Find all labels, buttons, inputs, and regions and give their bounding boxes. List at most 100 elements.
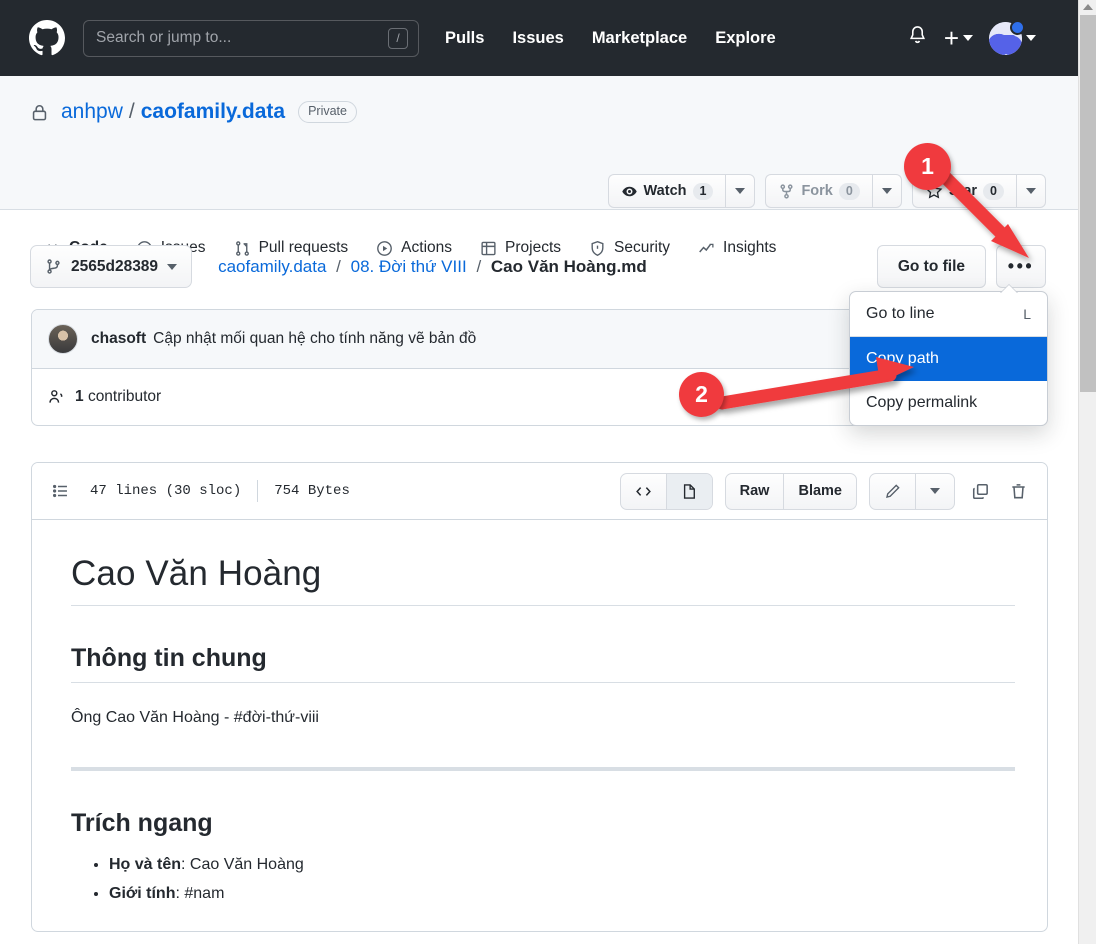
repo-owner-link[interactable]: anhpw [61,100,123,124]
star-count: 0 [983,183,1004,200]
file-size: 754 Bytes [274,483,350,499]
search-placeholder: Search or jump to... [96,29,388,47]
branch-selector-button[interactable]: 2565d28389 [30,245,192,288]
file-toolbar-actions: Raw Blame [620,473,1031,510]
line-count: 47 lines (30 sloc) [90,483,241,499]
contributor-label: contributor [88,388,161,406]
nav-marketplace[interactable]: Marketplace [592,29,687,48]
copy-permalink-menu-item[interactable]: Copy permalink [850,381,1047,425]
watch-button-group: Watch 1 [608,174,756,208]
annotation-badge-1: 1 [904,143,951,190]
breadcrumb-separator: / [476,257,481,276]
nav-issues[interactable]: Issues [512,29,563,48]
section-heading-thong-tin-chung: Thông tin chung [71,644,1015,683]
edit-group [869,473,955,510]
global-header-right: + [907,22,1062,55]
raw-button[interactable]: Raw [726,474,784,509]
user-menu-button[interactable] [989,22,1036,55]
chevron-down-icon [963,35,973,41]
repository-actions: Watch 1 Fork 0 Star 0 [608,174,1046,208]
notification-dot [1010,20,1025,35]
list-item: Họ và tên: Cao Văn Hoàng [109,856,1015,874]
view-mode-group [620,473,713,510]
search-shortcut-key: / [388,28,408,49]
menu-caret [1000,285,1018,294]
chevron-down-icon [882,188,892,194]
divider [257,480,258,502]
create-new-button[interactable]: + [944,25,973,51]
markdown-body: Cao Văn Hoàng Thông tin chung Ông Cao Vă… [32,520,1047,903]
blame-button[interactable]: Blame [783,474,856,509]
visibility-badge: Private [298,101,357,123]
page-scrollbar[interactable] [1078,0,1096,944]
nav-pulls[interactable]: Pulls [445,29,484,48]
chevron-down-icon [735,188,745,194]
fork-button[interactable]: Fork 0 [765,174,871,208]
git-branch-icon [45,258,62,275]
repo-path-separator: / [129,100,135,124]
commit-message[interactable]: Cập nhật mối quan hệ cho tính năng vẽ bả… [153,330,476,348]
copy-icon[interactable] [967,476,993,506]
fork-count: 0 [839,183,860,200]
fork-label: Fork [801,183,832,199]
copy-path-menu-item[interactable]: Copy path [850,337,1047,381]
scroll-up-arrow-icon[interactable] [1083,4,1093,10]
go-to-line-menu-item[interactable]: Go to line L [850,292,1047,336]
tab-insights[interactable]: Insights [684,239,790,271]
breadcrumb-root[interactable]: caofamily.data [218,257,326,276]
search-input[interactable]: Search or jump to... / [83,20,419,57]
bell-icon[interactable] [907,25,928,51]
nav-explore[interactable]: Explore [715,29,776,48]
page-viewport: Search or jump to... / Pulls Issues Mark… [0,0,1078,944]
more-options-button[interactable]: ••• [996,245,1046,288]
trash-icon[interactable] [1005,476,1031,506]
view-code-button[interactable] [621,474,666,509]
watch-button[interactable]: Watch 1 [608,174,726,208]
watch-dropdown-button[interactable] [725,174,755,208]
edit-button[interactable] [870,474,915,509]
contributor-count: 1 [75,388,84,406]
breadcrumb-folder[interactable]: 08. Đời thứ VIII [351,257,467,276]
menu-item-label: Copy path [866,350,939,368]
avatar[interactable] [48,324,78,354]
star-label: Star [949,183,977,199]
edit-dropdown-button[interactable] [915,474,954,509]
go-to-file-button[interactable]: Go to file [877,245,986,288]
raw-blame-group: Raw Blame [725,473,857,510]
global-header: Search or jump to... / Pulls Issues Mark… [0,0,1078,76]
github-logo-icon[interactable] [29,20,65,56]
repo-name-link[interactable]: caofamily.data [141,100,285,124]
watch-count: 1 [693,183,714,200]
plus-icon: + [944,25,959,51]
section-paragraph: Ông Cao Văn Hoàng - #đời-thứ-viii [71,709,1015,727]
bullet-list: Họ và tên: Cao Văn Hoàng Giới tính: #nam [71,856,1015,903]
global-nav: Pulls Issues Marketplace Explore [445,29,776,48]
file-path-row: 2565d28389 caofamily.data / 08. Đời thứ … [30,245,647,288]
commit-author[interactable]: chasoft [91,330,146,348]
chevron-down-icon [1026,35,1036,41]
list-item: Giới tính: #nam [109,885,1015,903]
annotation-badge-2: 2 [679,372,724,417]
people-icon [48,388,66,406]
list-unordered-icon[interactable] [48,476,74,506]
section-heading-trich-ngang: Trích ngang [71,809,1015,838]
breadcrumb-file: Cao Văn Hoàng.md [491,257,647,276]
fork-button-group: Fork 0 [765,174,901,208]
list-item-value: #nam [184,885,224,902]
fork-dropdown-button[interactable] [872,174,902,208]
menu-item-label: Copy permalink [866,394,977,412]
file-content-box: 47 lines (30 sloc) 754 Bytes Raw Blame [31,462,1048,932]
view-preview-button[interactable] [666,474,712,509]
menu-item-shortcut: L [1023,306,1031,322]
chevron-down-icon [1026,188,1036,194]
github-file-page: Search or jump to... / Pulls Issues Mark… [0,0,1096,944]
chevron-down-icon [930,488,940,494]
menu-item-label: Go to line [866,305,934,323]
breadcrumb-separator: / [336,257,341,276]
branch-label: 2565d28389 [71,258,158,276]
watch-label: Watch [644,183,687,199]
star-dropdown-button[interactable] [1016,174,1046,208]
repository-header: anhpw / caofamily.data Private Watch 1 F… [0,76,1078,210]
list-item-value: Cao Văn Hoàng [190,856,304,873]
scrollbar-thumb[interactable] [1080,15,1096,392]
